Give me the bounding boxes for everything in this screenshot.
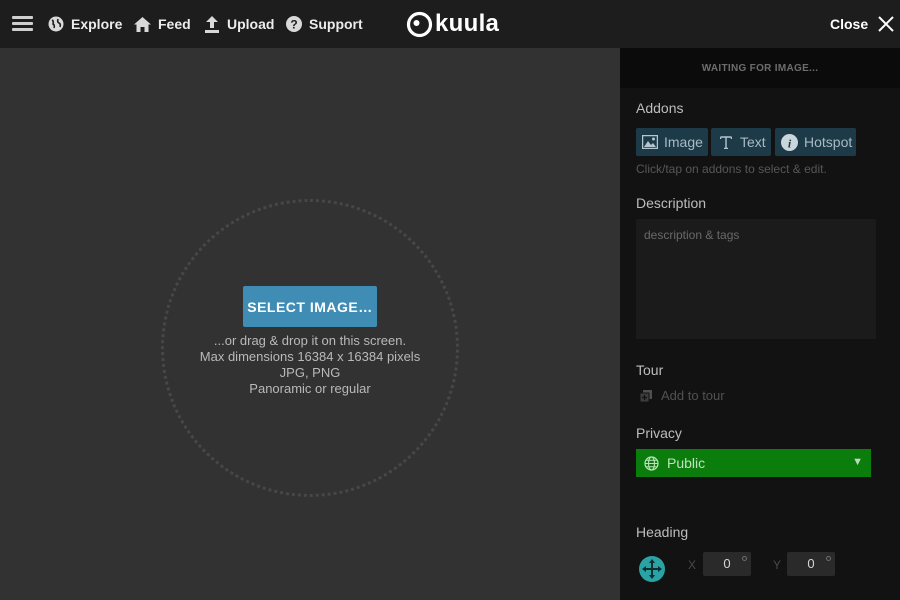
privacy-value: Public	[667, 455, 706, 471]
move-crosshair-icon[interactable]	[639, 556, 665, 582]
heading-title: Heading	[636, 524, 689, 540]
globe-outline-icon	[644, 455, 659, 471]
addons-title: Addons	[636, 100, 684, 116]
upload-dropzone[interactable]: SELECT IMAGE… ...or drag & drop it on th…	[0, 48, 620, 600]
select-image-button[interactable]: SELECT IMAGE…	[243, 286, 377, 327]
hamburger-icon[interactable]	[12, 16, 33, 32]
settings-panel: WAITING FOR IMAGE... Addons Image Text i…	[620, 48, 900, 600]
help-icon: ?	[286, 16, 302, 32]
drag-drop-hint: ...or drag & drop it on this screen.	[213, 333, 407, 348]
upload-instructions: ...or drag & drop it on this screen. Max…	[110, 333, 510, 397]
addon-text-button[interactable]: Text	[711, 128, 771, 156]
home-icon	[134, 16, 151, 32]
tour-stack-icon	[640, 389, 652, 402]
info-icon: i	[781, 133, 798, 151]
close-label: Close	[830, 16, 869, 32]
max-dimensions-text: Max dimensions 16384 x 16384 pixels	[199, 349, 421, 364]
addons-hint: Click/tap on addons to select & edit.	[636, 162, 827, 176]
top-navigation-bar: Explore Feed Upload ? Support kuula Clos…	[0, 0, 900, 48]
nav-upload-label: Upload	[227, 16, 275, 32]
nav-feed-label: Feed	[158, 16, 191, 32]
degree-icon	[826, 556, 831, 561]
addon-hotspot-label: Hotspot	[804, 134, 853, 150]
privacy-select[interactable]: Public ▼	[636, 449, 871, 477]
description-title: Description	[636, 195, 707, 211]
degree-icon	[742, 556, 747, 561]
file-types-text: JPG, PNG	[279, 365, 341, 380]
addon-image-label: Image	[664, 134, 703, 150]
globe-icon	[48, 16, 64, 32]
upload-icon	[205, 15, 219, 33]
addon-image-button[interactable]: Image	[636, 128, 708, 156]
image-kind-text: Panoramic or regular	[249, 381, 371, 396]
chevron-down-icon: ▼	[852, 456, 863, 468]
upload-status: WAITING FOR IMAGE...	[620, 48, 900, 88]
text-icon	[720, 135, 732, 149]
nav-support[interactable]: ? Support	[286, 0, 363, 48]
nav-explore-label: Explore	[71, 16, 123, 32]
add-to-tour-label: Add to tour	[661, 388, 725, 403]
heading-y-label: Y	[773, 558, 782, 572]
addon-hotspot-button[interactable]: i Hotspot	[775, 128, 856, 156]
close-icon	[878, 16, 894, 32]
description-input[interactable]	[636, 219, 876, 339]
logo-ring-icon	[406, 11, 433, 37]
nav-support-label: Support	[309, 16, 363, 32]
addon-text-label: Text	[740, 134, 766, 150]
privacy-title: Privacy	[636, 425, 682, 441]
nav-upload[interactable]: Upload	[204, 0, 274, 48]
nav-explore[interactable]: Explore	[48, 0, 122, 48]
kuula-logo[interactable]: kuula	[406, 10, 499, 38]
logo-text: kuula	[435, 10, 500, 37]
svg-text:?: ?	[290, 18, 297, 32]
add-to-tour-button[interactable]: Add to tour	[640, 388, 725, 403]
heading-x-label: X	[688, 558, 697, 572]
close-button[interactable]: Close	[830, 0, 894, 48]
tour-title: Tour	[636, 362, 664, 378]
image-icon	[642, 135, 658, 149]
nav-feed[interactable]: Feed	[134, 0, 191, 48]
